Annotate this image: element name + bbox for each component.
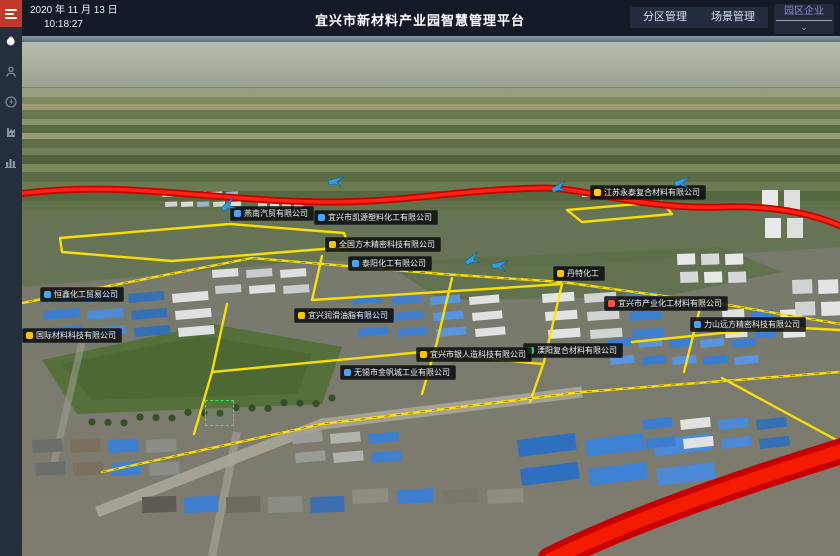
company-marker-icon — [344, 369, 351, 376]
company-label-text: 宜兴市产业化工材料有限公司 — [618, 298, 722, 309]
plane-marker-icon[interactable] — [551, 179, 568, 192]
company-marker-icon — [329, 241, 336, 248]
sidebar-item-fire[interactable] — [0, 27, 22, 57]
flame-icon — [5, 35, 17, 49]
map-company-label[interactable]: 宜兴润滑油脂有限公司 — [294, 308, 394, 323]
company-label-text: 力山远方精密科技有限公司 — [704, 319, 800, 330]
company-marker-icon — [352, 260, 359, 267]
plane-marker-icon[interactable] — [673, 174, 691, 188]
sidebar-item-power[interactable] — [0, 87, 22, 117]
company-label-text: 溧阳复合材料有限公司 — [537, 345, 617, 356]
company-marker-icon — [608, 300, 615, 307]
sidebar-item-factory[interactable] — [0, 117, 22, 147]
map-company-label[interactable]: 燕南汽贸有限公司 — [230, 206, 314, 221]
company-marker-icon — [694, 321, 701, 328]
plane-marker-icon[interactable] — [491, 256, 509, 272]
map-company-label[interactable]: 力山远方精密科技有限公司 — [690, 317, 806, 332]
menu-icon[interactable] — [0, 0, 22, 27]
plane-marker-icon[interactable] — [219, 196, 238, 212]
map-company-label[interactable]: 无锡市金帆城工业有限公司 — [340, 365, 456, 380]
company-label-text: 无锡市金帆城工业有限公司 — [354, 367, 450, 378]
map-company-label[interactable]: 全国方木精密科技有限公司 — [325, 237, 441, 252]
bar-chart-icon — [5, 156, 17, 168]
map-company-label[interactable]: 宜兴市产业化工材料有限公司 — [604, 296, 728, 311]
map-company-label[interactable]: 宜兴市银人造科技有限公司 — [416, 347, 532, 362]
company-label-text: 国际材料科技有限公司 — [36, 330, 116, 341]
company-label-text: 宜兴市银人造科技有限公司 — [430, 349, 526, 360]
person-icon — [5, 66, 17, 78]
park-enterprise-dropdown[interactable]: 园区企业 ⌄ — [774, 4, 834, 34]
factory-icon — [5, 126, 18, 138]
company-label-text: 全国方木精密科技有限公司 — [339, 239, 435, 250]
company-label-text: 丹特化工 — [567, 268, 599, 279]
company-marker-icon — [557, 270, 564, 277]
map-company-label[interactable]: 恒鑫化工贸易公司 — [40, 287, 124, 302]
park-enterprise-dropdown-label: 园区企业 — [774, 4, 834, 19]
sidebar-item-person[interactable] — [0, 57, 22, 87]
company-marker-icon — [26, 332, 33, 339]
company-label-text: 宜兴润滑油脂有限公司 — [308, 310, 388, 321]
map-company-label[interactable]: 溧阳复合材料有限公司 — [523, 343, 623, 358]
map-company-label[interactable]: 宜兴市凯源塑料化工有限公司 — [314, 210, 438, 225]
map-company-label[interactable]: 泰阳化工有限公司 — [348, 256, 432, 271]
chevron-down-icon: ⌄ — [774, 22, 834, 34]
company-marker-icon — [298, 312, 305, 319]
header-divider — [0, 36, 840, 42]
company-marker-icon — [420, 351, 427, 358]
scene-manage-button[interactable]: 场景管理 — [698, 7, 768, 28]
plane-marker-icon[interactable] — [463, 250, 481, 265]
zone-manage-button[interactable]: 分区管理 — [630, 7, 700, 28]
dropdown-divider — [776, 20, 832, 21]
plane-marker-icon[interactable] — [327, 173, 345, 188]
company-marker-icon — [318, 214, 325, 221]
company-label-text: 宜兴市凯源塑料化工有限公司 — [328, 212, 432, 223]
company-marker-icon — [44, 291, 51, 298]
company-label-text: 泰阳化工有限公司 — [362, 258, 426, 269]
company-marker-icon — [594, 189, 601, 196]
sidebar-item-stats[interactable] — [0, 147, 22, 177]
company-marker-icon — [234, 210, 241, 217]
company-label-text: 恒鑫化工贸易公司 — [54, 289, 118, 300]
left-sidebar — [0, 0, 22, 556]
map-company-label[interactable]: 丹特化工 — [553, 266, 605, 281]
power-icon — [5, 96, 17, 108]
map-company-label[interactable]: 国际材料科技有限公司 — [22, 328, 122, 343]
top-header: 2020 年 11 月 13 日 10:18:27 宜兴市新材料产业园智慧管理平… — [0, 0, 840, 36]
company-label-text: 燕南汽贸有限公司 — [244, 208, 308, 219]
